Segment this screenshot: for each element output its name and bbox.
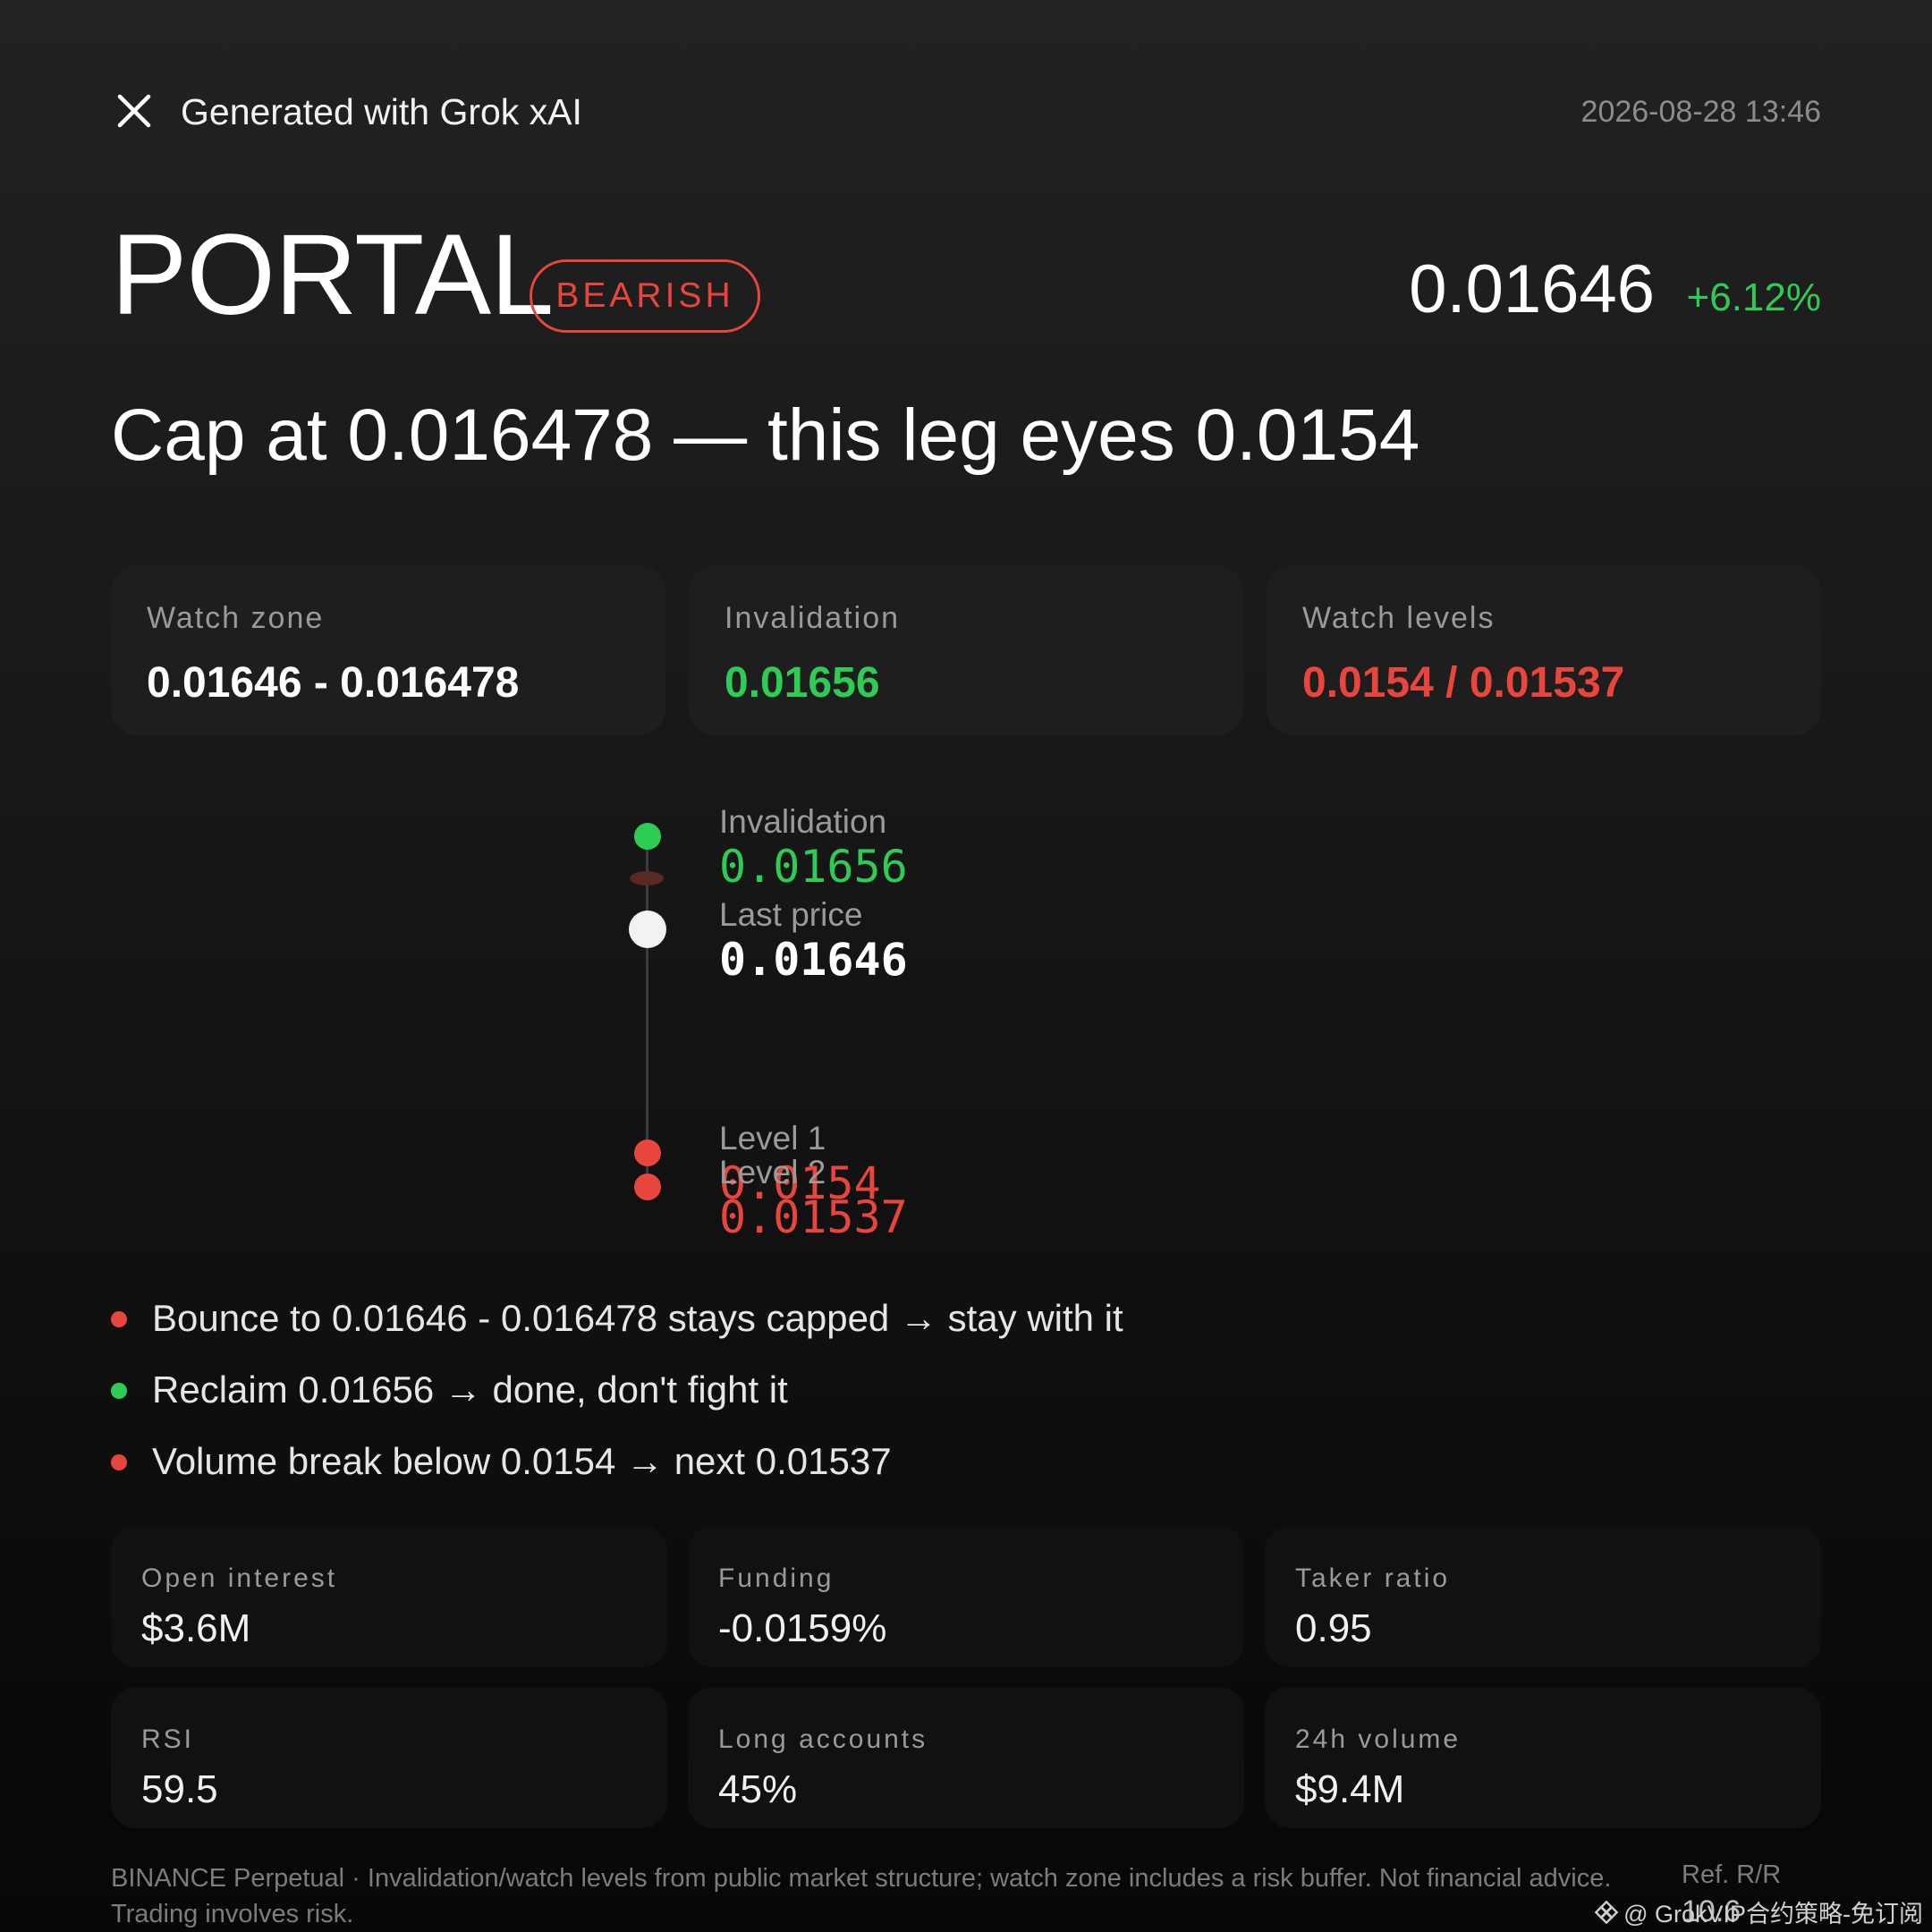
stat-label: Open interest [141, 1563, 338, 1593]
ladder-label: Level 1 [719, 1120, 826, 1157]
last-price: 0.01646 [1409, 251, 1655, 327]
rsi-card: RSI 59.5 [111, 1687, 667, 1828]
level-2-marker [634, 1174, 661, 1200]
watermark-text: @ GrokVIP合约策略-免订阅 [1623, 1901, 1923, 1928]
bullet-text: Volume break below 0.0154 → next 0.01537 [152, 1440, 892, 1482]
ladder-value: 0.01646 [719, 934, 908, 986]
ladder-axis [646, 835, 648, 1184]
close-icon[interactable] [116, 93, 152, 129]
bullet-dot [111, 1311, 127, 1327]
watch-zone-marker [630, 871, 664, 886]
invalidation-card: Invalidation 0.01656 [689, 565, 1243, 735]
stat-value: -0.0159% [718, 1606, 887, 1650]
stat-label: Funding [718, 1563, 835, 1593]
card-value: 0.01656 [724, 659, 880, 707]
binance-logo-icon [1595, 1900, 1619, 1924]
headline: Cap at 0.016478 — this leg eyes 0.0154 [111, 394, 1420, 476]
card-label: Watch levels [1302, 601, 1496, 635]
brand-label: Generated with Grok xAI [181, 91, 582, 132]
disclaimer: BINANCE Perpetual · Invalidation/watch l… [111, 1864, 1612, 1928]
stat-label: Taker ratio [1295, 1563, 1451, 1593]
stat-value: $3.6M [141, 1606, 251, 1650]
stat-label: Long accounts [718, 1724, 928, 1754]
funding-card: Funding -0.0159% [688, 1526, 1244, 1667]
open-interest-card: Open interest $3.6M [111, 1526, 667, 1667]
bullet-dot [111, 1454, 127, 1470]
watch-zone-card: Watch zone 0.01646 - 0.016478 [111, 565, 665, 735]
price-change: +6.12% [1686, 275, 1821, 319]
ladder-label: Level 2 [719, 1154, 826, 1191]
timestamp: 2026-08-28 13:46 [1580, 95, 1821, 129]
volume-24h-card: 24h volume $9.4M [1265, 1687, 1821, 1828]
long-accounts-card: Long accounts 45% [688, 1687, 1244, 1828]
stat-value: 0.95 [1295, 1606, 1372, 1650]
stat-label: 24h volume [1295, 1724, 1462, 1754]
symbol-title: PORTAL [111, 211, 554, 339]
stat-value: 45% [718, 1767, 798, 1811]
level-1-marker [634, 1140, 661, 1166]
sentiment-badge: BEARISH [530, 259, 760, 333]
card-value: 0.0154 / 0.01537 [1302, 659, 1625, 707]
ladder-label: Last price [719, 896, 863, 933]
card-label: Watch zone [147, 601, 325, 635]
bullet-text: Reclaim 0.01656 → done, don't fight it [152, 1368, 788, 1411]
invalidation-marker [634, 823, 661, 850]
bullet-text: Bounce to 0.01646 - 0.016478 stays cappe… [152, 1297, 1123, 1339]
card-label: Invalidation [724, 601, 901, 635]
ladder-value: 0.01537 [719, 1191, 908, 1243]
taker-ratio-card: Taker ratio 0.95 [1265, 1526, 1821, 1667]
card-value: 0.01646 - 0.016478 [147, 659, 520, 707]
stat-value: $9.4M [1295, 1767, 1405, 1811]
last-price-marker [629, 911, 666, 948]
stat-label: RSI [141, 1724, 195, 1754]
stat-value: 59.5 [141, 1767, 218, 1811]
watch-levels-card: Watch levels 0.0154 / 0.01537 [1267, 565, 1821, 735]
ref-rr-label: Ref. R/R [1682, 1860, 1782, 1889]
watermark: @ GrokVIP合约策略-免订阅 [1595, 1894, 1923, 1929]
bullet-dot [111, 1383, 127, 1399]
ladder-value: 0.01656 [719, 841, 908, 893]
ladder-label: Invalidation [719, 803, 887, 840]
